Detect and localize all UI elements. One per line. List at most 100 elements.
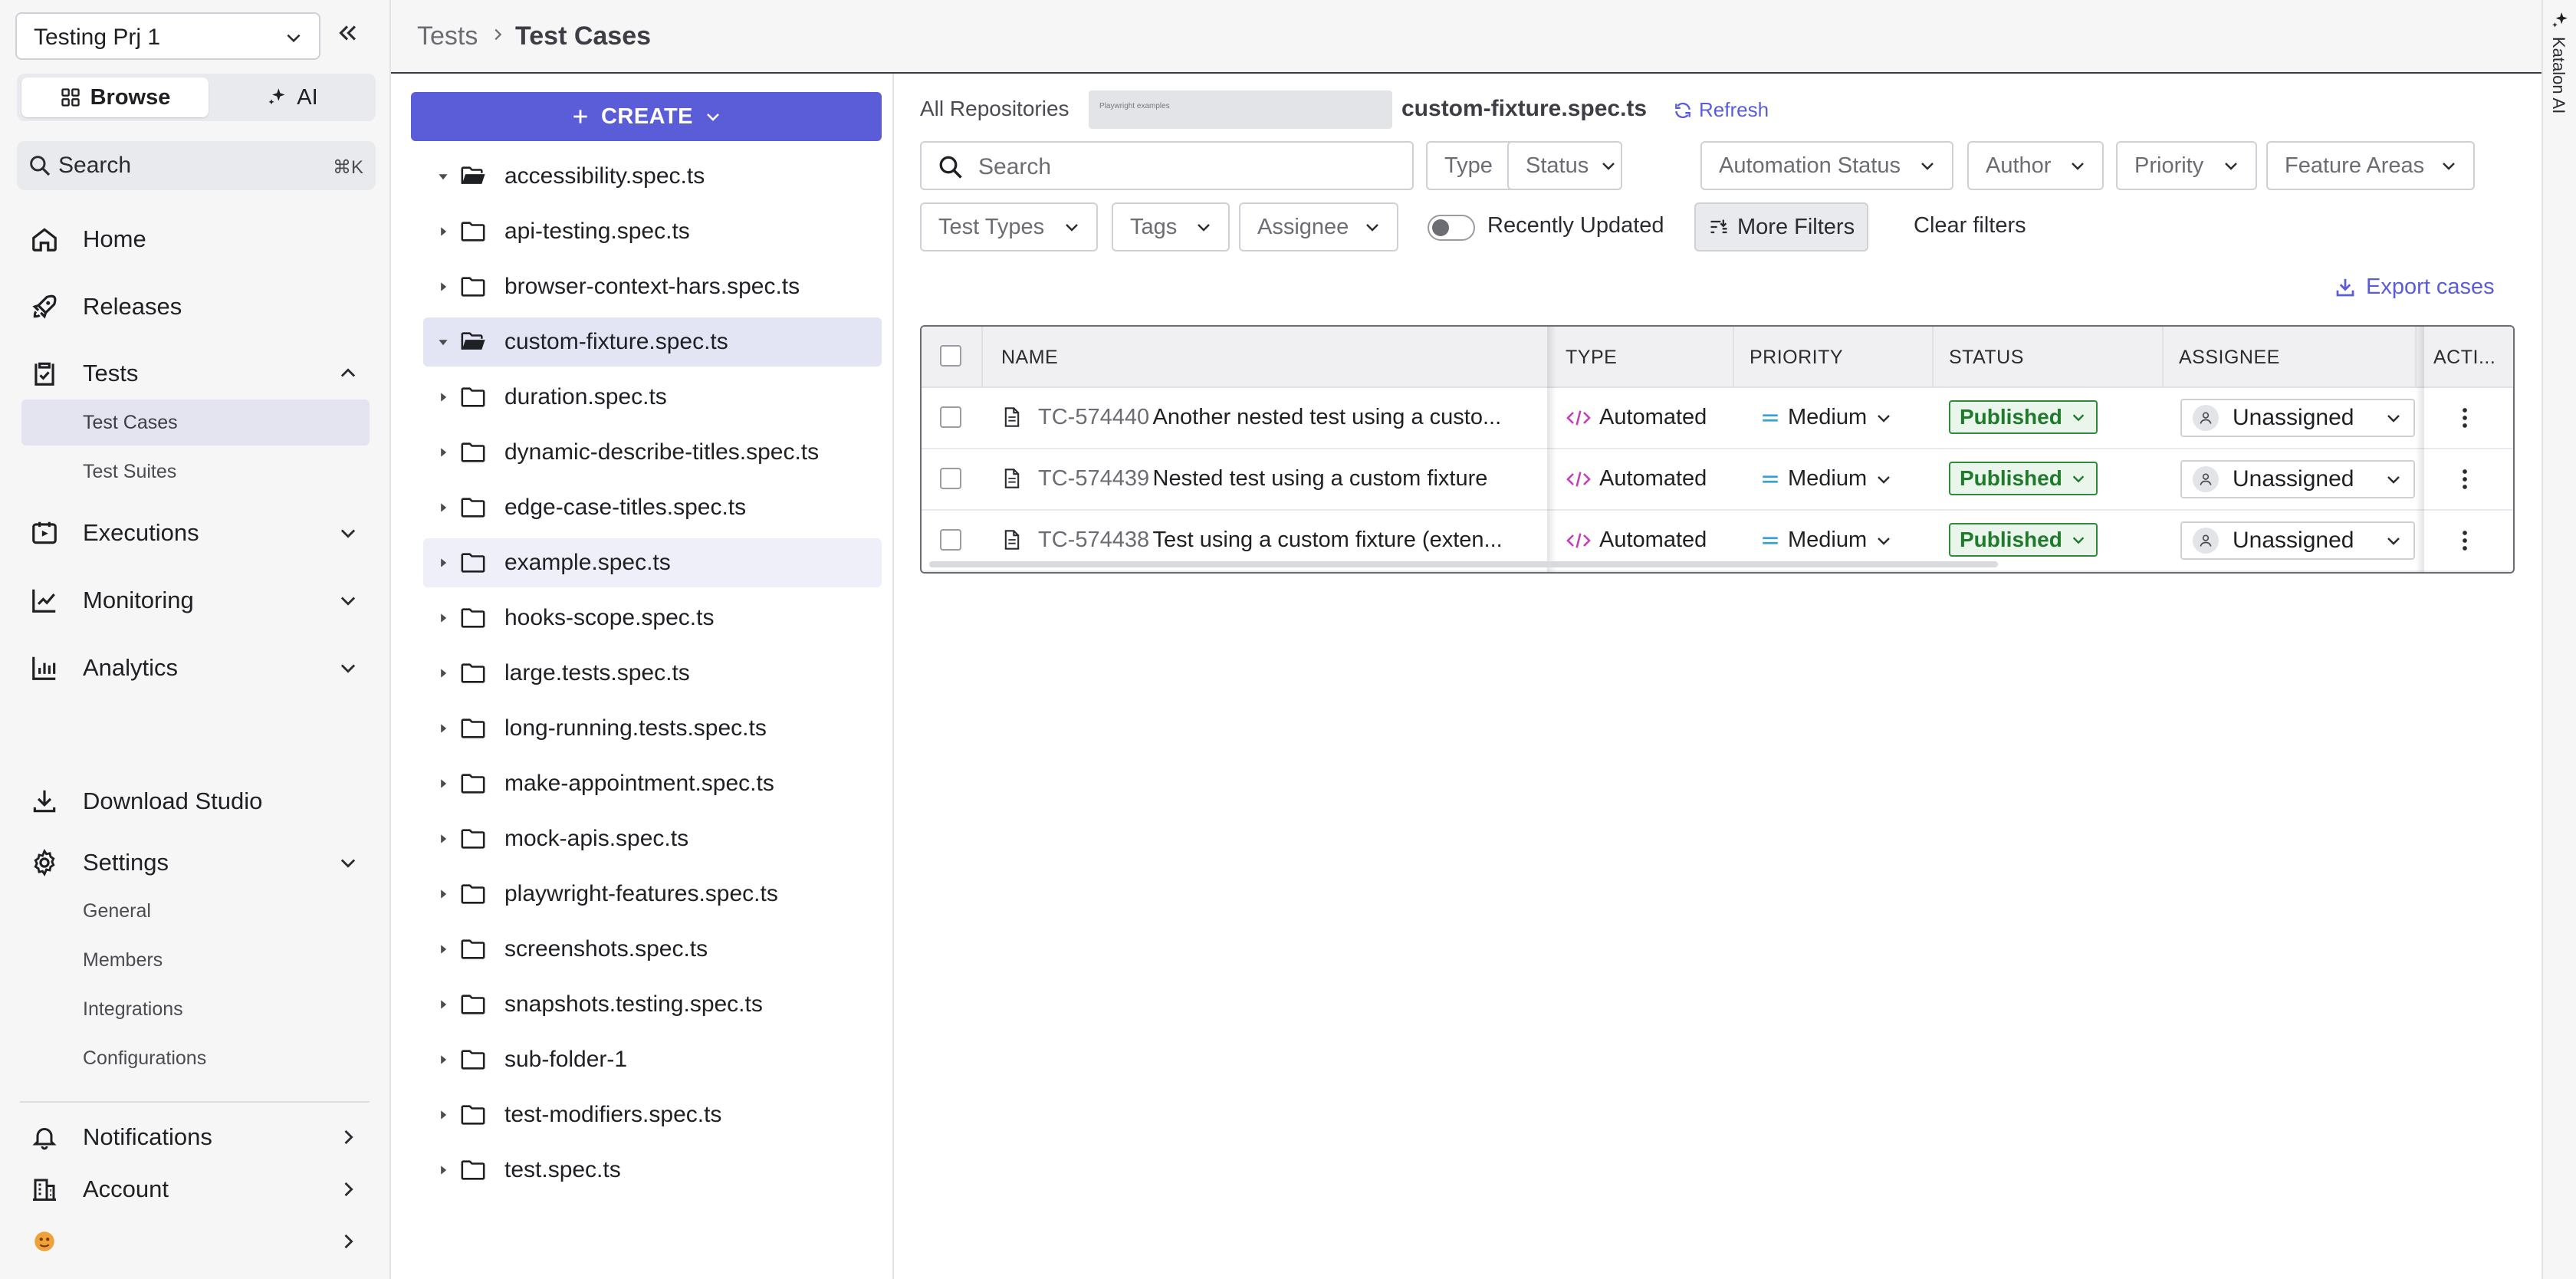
tree-folder-item[interactable]: edge-case-titles.spec.ts [423,483,882,532]
assignee-dropdown[interactable]: Unassigned [2180,399,2415,437]
nav-user-profile[interactable] [17,1217,370,1266]
priority-filter[interactable]: Priority [2116,141,2257,190]
caret-right-icon[interactable] [432,889,454,899]
caret-right-icon[interactable] [432,723,454,734]
priority-dropdown[interactable]: Medium [1760,528,1893,553]
collapse-sidebar-icon[interactable] [334,20,360,46]
nav-settings-general[interactable]: General [21,888,370,934]
create-button[interactable]: CREATE [411,92,882,141]
tree-folder-item[interactable]: api-testing.spec.ts [423,207,882,256]
tree-folder-item[interactable]: test-modifiers.spec.ts [423,1090,882,1139]
all-repositories-link[interactable]: All Repositories [920,97,1070,121]
tags-filter[interactable]: Tags [1112,202,1230,252]
column-header-status[interactable]: STATUS [1949,347,2024,369]
nav-tests[interactable]: Tests [17,349,370,398]
tree-folder-item[interactable]: duration.spec.ts [423,373,882,422]
katalon-ai-panel-strip[interactable] [2542,0,2576,1279]
test-case-name[interactable]: TC-574440 Another nested test using a cu… [1038,405,1501,430]
nav-home[interactable]: Home [17,215,370,264]
repository-chip[interactable]: Playwright examples [1089,90,1392,129]
row-checkbox[interactable] [940,406,961,428]
column-header-name[interactable]: NAME [1001,347,1058,369]
nav-account[interactable]: Account [17,1165,370,1214]
table-row[interactable]: TC-574439 Nested test using a custom fix… [922,449,2513,511]
caret-right-icon[interactable] [432,392,454,403]
tree-folder-item[interactable]: mock-apis.spec.ts [423,814,882,863]
nav-monitoring[interactable]: Monitoring [17,576,370,625]
browse-tab[interactable]: Browse [21,77,209,117]
caret-right-icon[interactable] [432,613,454,623]
tree-folder-item[interactable]: large.tests.spec.ts [423,649,882,698]
test-types-filter[interactable]: Test Types [920,202,1098,252]
sidebar-search[interactable]: Search ⌘K [17,141,376,190]
status-filter[interactable]: Status [1507,141,1622,190]
nav-test-cases[interactable]: Test Cases [21,399,370,446]
nav-executions[interactable]: Executions [17,508,370,557]
caret-right-icon[interactable] [432,226,454,237]
more-actions-icon[interactable] [2461,406,2469,429]
row-checkbox[interactable] [940,529,961,551]
tree-folder-item[interactable]: playwright-features.spec.ts [423,870,882,919]
author-filter[interactable]: Author [1967,141,2104,190]
row-checkbox[interactable] [940,468,961,489]
caret-right-icon[interactable] [432,778,454,789]
assignee-filter[interactable]: Assignee [1239,202,1398,252]
nav-releases[interactable]: Releases [17,282,370,331]
priority-dropdown[interactable]: Medium [1760,466,1893,492]
caret-right-icon[interactable] [432,447,454,458]
caret-right-icon[interactable] [432,281,454,292]
column-header-assignee[interactable]: ASSIGNEE [2179,347,2280,369]
status-dropdown[interactable]: Published [1949,400,2098,434]
caret-right-icon[interactable] [432,557,454,568]
nav-settings[interactable]: Settings [17,838,370,887]
status-dropdown[interactable]: Published [1949,523,2098,557]
tree-folder-item[interactable]: dynamic-describe-titles.spec.ts [423,428,882,477]
nav-notifications[interactable]: Notifications [17,1113,370,1162]
caret-right-icon[interactable] [432,1165,454,1175]
tree-folder-item[interactable]: screenshots.spec.ts [423,925,882,974]
tree-folder-item[interactable]: custom-fixture.spec.ts [423,317,882,367]
table-row[interactable]: TC-574440 Another nested test using a cu… [922,388,2513,449]
breadcrumb-tests[interactable]: Tests [417,21,478,51]
column-header-type[interactable]: TYPE [1566,347,1617,369]
recently-updated-toggle[interactable] [1428,215,1475,241]
test-case-name[interactable]: TC-574439 Nested test using a custom fix… [1038,466,1487,492]
more-actions-icon[interactable] [2461,468,2469,491]
automation-status-filter[interactable]: Automation Status [1700,141,1953,190]
caret-down-icon[interactable] [432,171,454,182]
nav-analytics[interactable]: Analytics [17,643,370,692]
caret-right-icon[interactable] [432,944,454,955]
tree-folder-item[interactable]: example.spec.ts [423,538,882,587]
caret-right-icon[interactable] [432,1110,454,1120]
more-filters-button[interactable]: More Filters [1694,202,1869,252]
test-case-name[interactable]: TC-574438 Test using a custom fixture (e… [1038,528,1503,553]
nav-settings-members[interactable]: Members [21,937,370,983]
tree-folder-item[interactable]: browser-context-hars.spec.ts [423,262,882,311]
column-header-priority[interactable]: PRIORITY [1750,347,1843,369]
nav-download-studio[interactable]: Download Studio [17,777,370,826]
select-all-checkbox[interactable] [940,345,961,367]
caret-down-icon[interactable] [432,337,454,347]
tree-folder-item[interactable]: sub-folder-1 [423,1035,882,1084]
tree-folder-item[interactable]: accessibility.spec.ts [423,152,882,201]
horizontal-scrollbar[interactable] [929,561,1998,567]
refresh-button[interactable]: Refresh [1673,98,1769,122]
tree-folder-item[interactable]: make-appointment.spec.ts [423,759,882,808]
tree-folder-item[interactable]: test.spec.ts [423,1146,882,1195]
nav-settings-configurations[interactable]: Configurations [21,1035,370,1081]
export-cases-button[interactable]: Export cases [2334,275,2495,300]
caret-right-icon[interactable] [432,502,454,513]
caret-right-icon[interactable] [432,668,454,679]
tree-folder-item[interactable]: long-running.tests.spec.ts [423,704,882,753]
project-selector[interactable]: Testing Prj 1 [15,12,320,60]
tree-folder-item[interactable]: snapshots.testing.spec.ts [423,980,882,1029]
more-actions-icon[interactable] [2461,529,2469,552]
caret-right-icon[interactable] [432,1054,454,1065]
test-case-search-input[interactable]: Search [920,141,1414,190]
priority-dropdown[interactable]: Medium [1760,405,1893,430]
nav-settings-integrations[interactable]: Integrations [21,986,370,1032]
ai-tab[interactable]: AI [213,77,371,117]
feature-areas-filter[interactable]: Feature Areas [2266,141,2475,190]
caret-right-icon[interactable] [432,833,454,844]
caret-right-icon[interactable] [432,999,454,1010]
